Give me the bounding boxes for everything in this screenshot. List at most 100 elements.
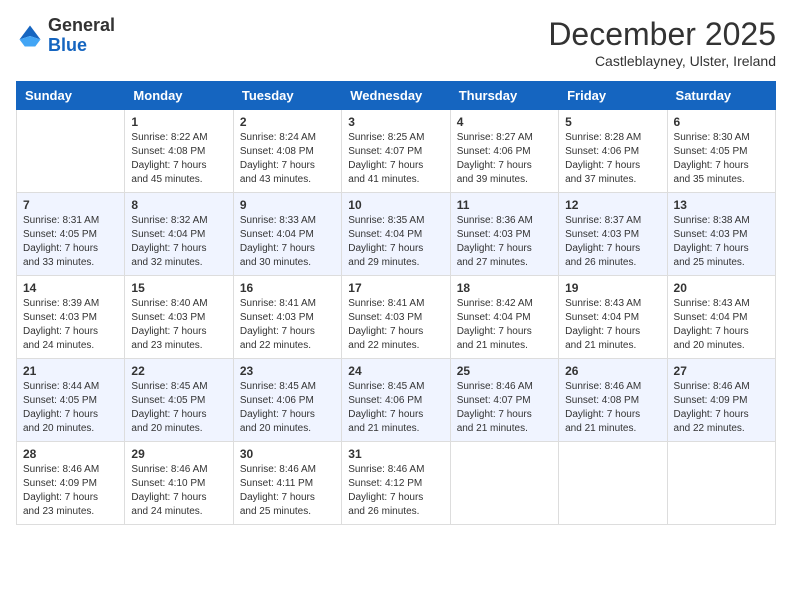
day-number: 23 (240, 364, 335, 378)
day-number: 15 (131, 281, 226, 295)
day-content: Sunrise: 8:28 AM Sunset: 4:06 PM Dayligh… (565, 131, 660, 187)
day-number: 19 (565, 281, 660, 295)
calendar-cell: 3Sunrise: 8:25 AM Sunset: 4:07 PM Daylig… (342, 110, 450, 193)
calendar-cell: 14 Sunrise: 8:39 AM Sunset: 4:03 PM Dayli… (17, 276, 125, 359)
day-number: 1 (131, 115, 226, 129)
day-number: 14 (23, 281, 118, 295)
calendar-cell: 29Sunrise: 8:46 AM Sunset: 4:10 PM Dayli… (125, 442, 233, 525)
day-content: Sunrise: 8:22 AM Sunset: 4:08 PM Dayligh… (131, 131, 226, 187)
calendar-day-header: Sunday (17, 82, 125, 110)
day-number: 9 (240, 198, 335, 212)
day-content: Sunrise: 8:46 AM Sunset: 4:08 PM Dayligh… (565, 380, 660, 436)
day-number: 5 (565, 115, 660, 129)
calendar-cell (17, 110, 125, 193)
calendar-day-header: Tuesday (233, 82, 341, 110)
day-content: Sunrise: 8:40 AM Sunset: 4:03 PM Dayligh… (131, 297, 226, 353)
page-header: General Blue December 2025 Castleblayney… (16, 16, 776, 69)
day-content: Sunrise: 8:25 AM Sunset: 4:07 PM Dayligh… (348, 131, 443, 187)
day-content: Sunrise: 8:36 AM Sunset: 4:03 PM Dayligh… (457, 214, 552, 270)
day-content: Sunrise: 8:46 AM Sunset: 4:10 PM Dayligh… (131, 463, 226, 519)
calendar-day-header: Saturday (667, 82, 775, 110)
logo: General Blue (16, 16, 115, 56)
day-number: 12 (565, 198, 660, 212)
location: Castleblayney, Ulster, Ireland (548, 53, 776, 69)
day-content: Sunrise: 8:31 AM Sunset: 4:05 PM Dayligh… (23, 214, 118, 270)
day-number: 26 (565, 364, 660, 378)
day-number: 21 (23, 364, 118, 378)
day-content: Sunrise: 8:46 AM Sunset: 4:11 PM Dayligh… (240, 463, 335, 519)
calendar-cell: 19Sunrise: 8:43 AM Sunset: 4:04 PM Dayli… (559, 276, 667, 359)
calendar-week-row: 1 Sunrise: 8:22 AM Sunset: 4:08 PM Daylig… (17, 110, 776, 193)
calendar-header-row: SundayMondayTuesdayWednesdayThursdayFrid… (17, 82, 776, 110)
day-number: 31 (348, 447, 443, 461)
calendar-cell: 18Sunrise: 8:42 AM Sunset: 4:04 PM Dayli… (450, 276, 558, 359)
day-number: 27 (674, 364, 769, 378)
calendar-cell: 17 Sunrise: 8:41 AM Sunset: 4:03 PM Dayli… (342, 276, 450, 359)
day-content: Sunrise: 8:30 AM Sunset: 4:05 PM Dayligh… (674, 131, 769, 187)
calendar-cell: 7 Sunrise: 8:31 AM Sunset: 4:05 PM Daylig… (17, 193, 125, 276)
day-number: 30 (240, 447, 335, 461)
calendar-cell: 6Sunrise: 8:30 AM Sunset: 4:05 PM Daylig… (667, 110, 775, 193)
calendar-day-header: Friday (559, 82, 667, 110)
calendar-cell: 10 Sunrise: 8:35 AM Sunset: 4:04 PM Dayli… (342, 193, 450, 276)
calendar-cell (559, 442, 667, 525)
day-number: 13 (674, 198, 769, 212)
calendar-table: SundayMondayTuesdayWednesdayThursdayFrid… (16, 81, 776, 525)
calendar-cell: 4Sunrise: 8:27 AM Sunset: 4:06 PM Daylig… (450, 110, 558, 193)
day-content: Sunrise: 8:45 AM Sunset: 4:06 PM Dayligh… (348, 380, 443, 436)
calendar-cell: 25 Sunrise: 8:46 AM Sunset: 4:07 PM Dayli… (450, 359, 558, 442)
day-number: 4 (457, 115, 552, 129)
day-content: Sunrise: 8:41 AM Sunset: 4:03 PM Dayligh… (240, 297, 335, 353)
calendar-cell: 27Sunrise: 8:46 AM Sunset: 4:09 PM Dayli… (667, 359, 775, 442)
calendar-cell: 22 Sunrise: 8:45 AM Sunset: 4:05 PM Dayli… (125, 359, 233, 442)
day-content: Sunrise: 8:35 AM Sunset: 4:04 PM Dayligh… (348, 214, 443, 270)
day-number: 7 (23, 198, 118, 212)
title-block: December 2025 Castleblayney, Ulster, Ire… (548, 16, 776, 69)
day-content: Sunrise: 8:33 AM Sunset: 4:04 PM Dayligh… (240, 214, 335, 270)
calendar-week-row: 14 Sunrise: 8:39 AM Sunset: 4:03 PM Dayli… (17, 276, 776, 359)
calendar-week-row: 21 Sunrise: 8:44 AM Sunset: 4:05 PM Dayli… (17, 359, 776, 442)
calendar-week-row: 7 Sunrise: 8:31 AM Sunset: 4:05 PM Daylig… (17, 193, 776, 276)
day-number: 18 (457, 281, 552, 295)
calendar-cell: 20Sunrise: 8:43 AM Sunset: 4:04 PM Dayli… (667, 276, 775, 359)
day-number: 25 (457, 364, 552, 378)
calendar-cell: 23Sunrise: 8:45 AM Sunset: 4:06 PM Dayli… (233, 359, 341, 442)
day-content: Sunrise: 8:24 AM Sunset: 4:08 PM Dayligh… (240, 131, 335, 187)
calendar-cell: 31 Sunrise: 8:46 AM Sunset: 4:12 PM Dayli… (342, 442, 450, 525)
day-content: Sunrise: 8:41 AM Sunset: 4:03 PM Dayligh… (348, 297, 443, 353)
calendar-cell: 2Sunrise: 8:24 AM Sunset: 4:08 PM Daylig… (233, 110, 341, 193)
day-number: 8 (131, 198, 226, 212)
calendar-cell: 12 Sunrise: 8:37 AM Sunset: 4:03 PM Dayli… (559, 193, 667, 276)
day-content: Sunrise: 8:46 AM Sunset: 4:12 PM Dayligh… (348, 463, 443, 519)
calendar-cell: 5 Sunrise: 8:28 AM Sunset: 4:06 PM Daylig… (559, 110, 667, 193)
day-content: Sunrise: 8:39 AM Sunset: 4:03 PM Dayligh… (23, 297, 118, 353)
day-content: Sunrise: 8:45 AM Sunset: 4:05 PM Dayligh… (131, 380, 226, 436)
day-number: 11 (457, 198, 552, 212)
calendar-day-header: Wednesday (342, 82, 450, 110)
calendar-cell: 16Sunrise: 8:41 AM Sunset: 4:03 PM Dayli… (233, 276, 341, 359)
day-number: 20 (674, 281, 769, 295)
day-number: 22 (131, 364, 226, 378)
calendar-cell (450, 442, 558, 525)
calendar-cell: 26 Sunrise: 8:46 AM Sunset: 4:08 PM Dayli… (559, 359, 667, 442)
day-content: Sunrise: 8:46 AM Sunset: 4:09 PM Dayligh… (23, 463, 118, 519)
day-number: 24 (348, 364, 443, 378)
calendar-cell: 11 Sunrise: 8:36 AM Sunset: 4:03 PM Dayli… (450, 193, 558, 276)
calendar-cell: 1 Sunrise: 8:22 AM Sunset: 4:08 PM Daylig… (125, 110, 233, 193)
calendar-cell: 13 Sunrise: 8:38 AM Sunset: 4:03 PM Dayli… (667, 193, 775, 276)
day-number: 17 (348, 281, 443, 295)
day-number: 10 (348, 198, 443, 212)
calendar-cell: 24 Sunrise: 8:45 AM Sunset: 4:06 PM Dayli… (342, 359, 450, 442)
calendar-day-header: Thursday (450, 82, 558, 110)
calendar-cell: 15 Sunrise: 8:40 AM Sunset: 4:03 PM Dayli… (125, 276, 233, 359)
logo-blue: Blue (48, 35, 87, 55)
day-content: Sunrise: 8:32 AM Sunset: 4:04 PM Dayligh… (131, 214, 226, 270)
day-content: Sunrise: 8:46 AM Sunset: 4:07 PM Dayligh… (457, 380, 552, 436)
day-number: 28 (23, 447, 118, 461)
calendar-cell: 21 Sunrise: 8:44 AM Sunset: 4:05 PM Dayli… (17, 359, 125, 442)
calendar-cell: 8 Sunrise: 8:32 AM Sunset: 4:04 PM Daylig… (125, 193, 233, 276)
day-content: Sunrise: 8:44 AM Sunset: 4:05 PM Dayligh… (23, 380, 118, 436)
day-content: Sunrise: 8:38 AM Sunset: 4:03 PM Dayligh… (674, 214, 769, 270)
logo-general: General (48, 15, 115, 35)
day-content: Sunrise: 8:37 AM Sunset: 4:03 PM Dayligh… (565, 214, 660, 270)
